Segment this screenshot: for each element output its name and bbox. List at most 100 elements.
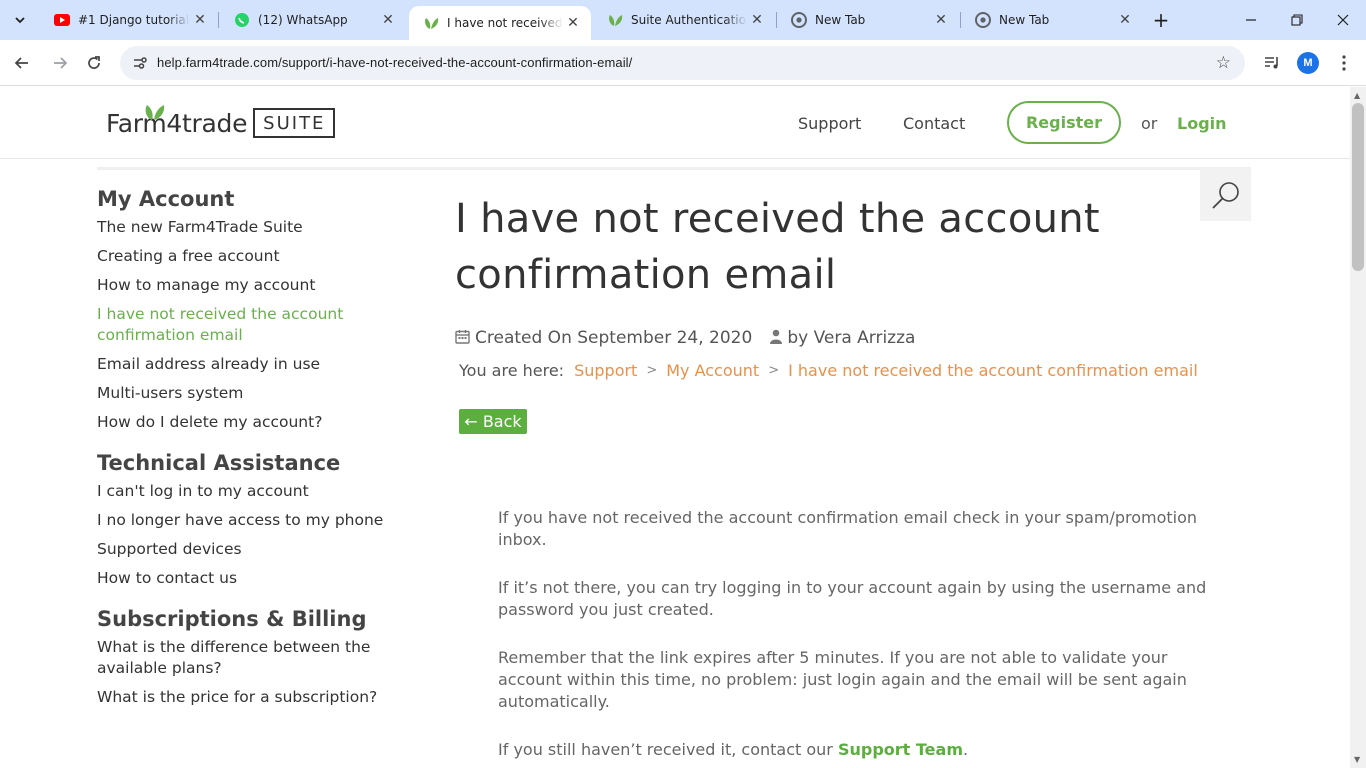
close-icon[interactable]: ✕ <box>1115 10 1135 30</box>
youtube-icon <box>54 12 70 28</box>
back-button[interactable]: ← Back <box>459 409 527 434</box>
tab-title: (12) WhatsApp <box>258 13 348 27</box>
web-page: Farm4trade SUITE Support Contact Registe… <box>0 87 1350 768</box>
reload-button[interactable] <box>80 49 108 77</box>
arrow-right-icon <box>54 57 68 69</box>
back-nav-button[interactable] <box>8 49 36 77</box>
author-block: by Vera Arrizza <box>770 328 915 348</box>
register-button[interactable]: Register <box>1007 101 1121 144</box>
restore-icon <box>1291 14 1303 26</box>
sidebar-section-technical: Technical Assistance I can't log in to m… <box>97 451 397 589</box>
browser-toolbar: help.farm4trade.com/support/i-have-not-r… <box>0 40 1366 86</box>
tab-separator <box>218 12 219 28</box>
sidebar-item-email-in-use[interactable]: Email address already in use <box>97 354 397 375</box>
sidebar-item-no-phone[interactable]: I no longer have access to my phone <box>97 510 397 531</box>
leaf-icon <box>423 15 439 31</box>
tab-search-button[interactable] <box>8 8 32 32</box>
close-icon[interactable]: ✕ <box>378 10 398 30</box>
profile-avatar[interactable]: M <box>1297 52 1319 74</box>
tab-current[interactable]: I have not received th ✕ <box>409 6 591 40</box>
tab-new-1[interactable]: New Tab ✕ <box>777 0 959 40</box>
menu-dots-icon[interactable] <box>1333 52 1355 74</box>
article-meta: Created On September 24, 2020 by Vera Ar… <box>455 328 915 348</box>
sidebar-item-plans[interactable]: What is the difference between the avail… <box>97 637 397 679</box>
minimize-icon <box>1246 19 1256 21</box>
close-icon[interactable]: ✕ <box>190 10 210 30</box>
forward-nav-button[interactable] <box>46 49 74 77</box>
media-controls-icon[interactable] <box>1261 52 1283 74</box>
close-icon[interactable]: ✕ <box>747 10 767 30</box>
breadcrumb-current: I have not received the account confirma… <box>788 361 1198 380</box>
breadcrumb: You are here: Support > My Account > I h… <box>459 361 1198 380</box>
tab-suite-auth[interactable]: Suite Authentication- ✕ <box>593 0 775 40</box>
sidebar-item-cant-login[interactable]: I can't log in to my account <box>97 481 397 502</box>
sidebar-section-billing: Subscriptions & Billing What is the diff… <box>97 607 397 708</box>
tab-whatsapp[interactable]: (12) WhatsApp ✕ <box>220 0 406 40</box>
address-bar[interactable]: help.farm4trade.com/support/i-have-not-r… <box>120 46 1245 80</box>
scrollbar-thumb[interactable] <box>1352 103 1364 271</box>
url-text: help.farm4trade.com/support/i-have-not-r… <box>157 55 633 70</box>
or-text: or <box>1141 114 1158 133</box>
article-body: If you have not received the account con… <box>498 507 1218 768</box>
divider <box>97 167 1251 170</box>
sidebar-item-delete-account[interactable]: How do I delete my account? <box>97 412 397 433</box>
sidebar-item-confirmation-email[interactable]: I have not received the account confirma… <box>97 304 397 346</box>
leaf-icon <box>145 104 165 120</box>
nav-contact-link[interactable]: Contact <box>903 114 965 133</box>
sidebar-item-manage-account[interactable]: How to manage my account <box>97 275 397 296</box>
created-date: Created On September 24, 2020 <box>475 328 753 348</box>
logo-suite-badge: SUITE <box>253 108 336 138</box>
minimize-button[interactable] <box>1228 0 1274 40</box>
tab-title: Suite Authentication- <box>631 13 747 27</box>
site-info-icon[interactable] <box>132 55 148 71</box>
login-link[interactable]: Login <box>1177 114 1227 133</box>
contact-suffix: . <box>962 740 969 759</box>
scroll-down-icon[interactable]: ▼ <box>1354 755 1360 764</box>
whatsapp-icon <box>234 12 250 28</box>
article-paragraph: Remember that the link expires after 5 m… <box>498 648 1187 711</box>
breadcrumb-label: You are here: <box>459 361 565 380</box>
article-paragraph: If it’s not there, you can try logging i… <box>498 578 1207 619</box>
tab-django[interactable]: #1 Django tutorials | W ✕ <box>40 0 218 40</box>
reload-icon <box>88 56 100 69</box>
author-name: by Vera Arrizza <box>787 328 916 348</box>
site-logo[interactable]: Farm4trade SUITE <box>106 101 336 145</box>
sidebar-item-multi-users[interactable]: Multi-users system <box>97 383 397 404</box>
close-icon[interactable]: ✕ <box>563 13 583 33</box>
tab-title: New Tab <box>815 13 866 27</box>
tab-new-2[interactable]: New Tab ✕ <box>961 0 1143 40</box>
search-button[interactable] <box>1200 169 1251 221</box>
page-title: I have not received the account confirma… <box>455 196 1100 298</box>
restore-button[interactable] <box>1274 0 1320 40</box>
calendar-icon <box>455 329 470 348</box>
bookmark-star-icon[interactable]: ☆ <box>1216 53 1231 73</box>
search-icon <box>1211 182 1239 209</box>
breadcrumb-link-support[interactable]: Support <box>574 361 637 380</box>
close-icon <box>1337 14 1349 26</box>
nav-support-link[interactable]: Support <box>798 114 861 133</box>
close-icon[interactable]: ✕ <box>931 10 951 30</box>
sidebar-item-free-account[interactable]: Creating a free account <box>97 246 397 267</box>
arrow-left-icon <box>14 57 28 69</box>
chevron-down-icon <box>15 17 25 24</box>
sidebar-item-new-suite[interactable]: The new Farm4Trade Suite <box>97 217 397 238</box>
chevron-right-icon: > <box>768 363 780 378</box>
contact-prefix: If you still haven’t received it, contac… <box>498 740 838 759</box>
breadcrumb-link-my-account[interactable]: My Account <box>666 361 759 380</box>
close-window-button[interactable] <box>1320 0 1366 40</box>
article-paragraph-contact: If you still haven’t received it, contac… <box>498 739 1218 761</box>
site-header: Farm4trade SUITE Support Contact Registe… <box>0 87 1350 159</box>
sidebar-section-my-account: My Account The new Farm4Trade Suite Crea… <box>97 187 397 433</box>
chrome-icon <box>975 12 991 28</box>
new-tab-button[interactable]: + <box>1149 8 1173 32</box>
logo-brand: Farm4trade <box>106 104 247 138</box>
sidebar-item-devices[interactable]: Supported devices <box>97 539 397 560</box>
page-scrollbar[interactable]: ▲ ▼ <box>1350 87 1366 768</box>
sidebar-item-price[interactable]: What is the price for a subscription? <box>97 687 397 708</box>
support-team-link[interactable]: Support Team <box>838 740 963 759</box>
article-paragraph: If you have not received the account con… <box>498 508 1198 549</box>
sidebar-item-contact-us[interactable]: How to contact us <box>97 568 397 589</box>
scroll-up-icon[interactable]: ▲ <box>1354 91 1360 100</box>
tab-title: I have not received th <box>447 16 563 30</box>
sidebar-heading: Subscriptions & Billing <box>97 607 367 631</box>
